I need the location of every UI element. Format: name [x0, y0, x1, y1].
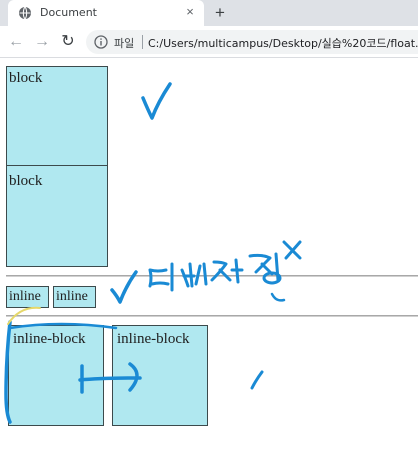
inline-box-2: inline [53, 286, 96, 308]
tab-strip: Document × + [0, 0, 418, 26]
address-bar[interactable]: 파일 C:/Users/multicampus/Desktop/실습%20코드/… [86, 30, 418, 54]
horizontal-rule [6, 275, 418, 277]
tab-document[interactable]: Document × [8, 0, 204, 26]
close-tab-icon[interactable]: × [182, 4, 198, 20]
horizontal-rule [6, 315, 418, 317]
inline-block-box-1: inline-block [8, 325, 104, 426]
inline-box-1: inline [6, 286, 49, 308]
reload-button[interactable]: ↻ [58, 32, 78, 52]
block-box-2: block [6, 165, 108, 267]
url-text[interactable]: C:/Users/multicampus/Desktop/실습%20코드/flo… [148, 35, 418, 51]
browser-toolbar: ← → ↻ 파일 C:/Users/multicampus/Desktop/실습… [0, 26, 418, 58]
info-icon[interactable] [94, 35, 108, 49]
page-viewport: block block inline inline inline-block i… [0, 58, 418, 454]
inline-block-box-2: inline-block [112, 325, 208, 426]
tab-title: Document [40, 6, 97, 19]
back-button[interactable]: ← [6, 32, 26, 52]
block-box-1: block [6, 66, 108, 166]
address-divider [142, 35, 143, 49]
globe-icon [19, 6, 31, 20]
new-tab-button[interactable]: + [210, 3, 230, 23]
origin-label: 파일 [114, 37, 135, 50]
forward-button[interactable]: → [32, 32, 52, 52]
